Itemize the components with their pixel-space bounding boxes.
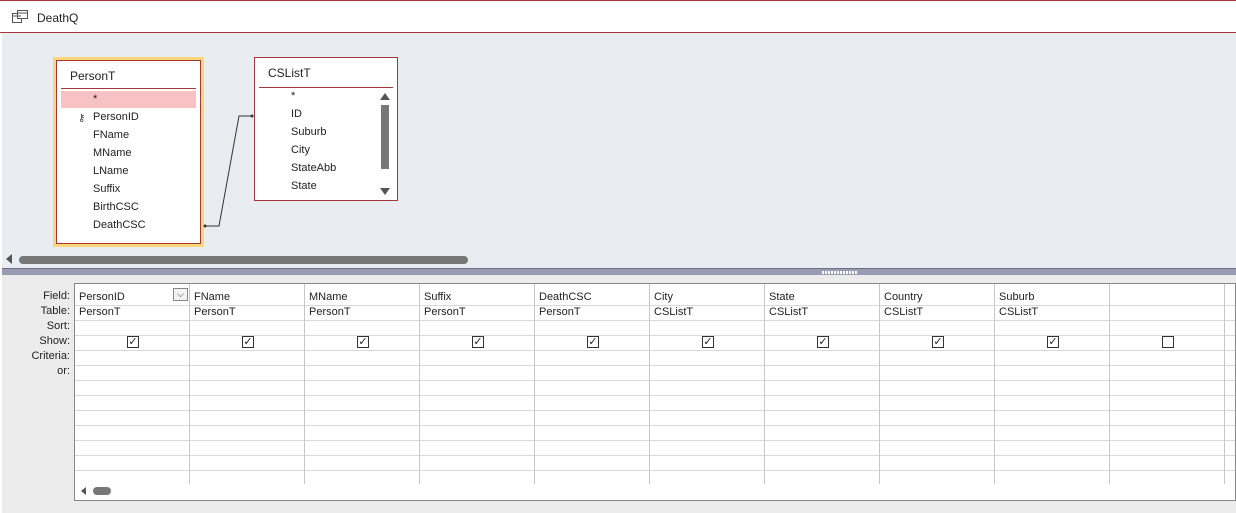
design-area-hscrollbar[interactable] [6,253,476,265]
scroll-down-icon[interactable] [380,188,390,195]
row-label-sort: Sort: [46,320,70,332]
grid-column[interactable]: DeathCSC PersonT ✓ [535,284,650,484]
field-item-state[interactable]: State [259,178,317,195]
field-cell[interactable]: City [654,290,673,305]
field-item-suburb[interactable]: Suburb [259,124,326,141]
field-cell[interactable]: PersonID [79,290,125,305]
field-cell[interactable]: FName [194,290,230,305]
grid-column[interactable]: Country CSListT ✓ [880,284,995,484]
table-design-area: PersonT * ⚷ PersonID FName MName LName S… [2,33,1236,268]
row-label-criteria: Criteria: [31,350,70,362]
field-cell[interactable]: State [769,290,795,305]
row-label-field: Field: [43,290,70,302]
show-checkbox[interactable]: ✓ [242,336,254,348]
scroll-thumb[interactable] [93,487,111,495]
query-design-grid-pane: Field: Table: Sort: Show: Criteria: or: … [2,275,1236,513]
chevron-down-icon[interactable]: ⌵ [173,288,188,301]
query-tab-title[interactable]: DeathQ [37,11,78,25]
table-cell[interactable]: CSListT [654,305,693,320]
scroll-thumb[interactable] [381,105,389,169]
grid-column[interactable]: Suffix PersonT ✓ [420,284,535,484]
show-checkbox[interactable]: ✓ [702,336,714,348]
field-cell[interactable]: Suffix [424,290,451,305]
grid-column[interactable]: FName PersonT ✓ [190,284,305,484]
table-title: CSListT [268,66,311,80]
show-checkbox[interactable]: ✓ [932,336,944,348]
table-cell[interactable]: PersonT [194,305,236,320]
query-icon [12,10,28,23]
field-item-stateabb[interactable]: StateAbb [259,160,336,177]
show-checkbox[interactable]: ✓ [1047,336,1059,348]
scroll-thumb[interactable] [19,256,468,264]
row-label-table: Table: [40,305,70,317]
grid-column[interactable]: City CSListT ✓ [650,284,765,484]
show-checkbox[interactable]: ✓ [127,336,139,348]
scroll-up-icon[interactable] [380,93,390,100]
grid-hscrollbar[interactable] [81,486,121,498]
scroll-left-icon[interactable] [6,254,12,264]
table-box-cslistt[interactable]: CSListT * ID Suburb City StateAbb State [254,57,398,201]
show-checkbox[interactable]: ✓ [357,336,369,348]
field-item-id[interactable]: ID [259,106,302,123]
field-list-scrollbar[interactable] [379,91,391,197]
show-checkbox[interactable] [1162,336,1174,348]
table-cell[interactable]: PersonT [79,305,121,320]
grid-column[interactable] [1110,284,1225,484]
grid-column[interactable] [1225,284,1235,484]
splitter-grip-icon[interactable] [822,271,858,274]
grid-column[interactable]: MName PersonT ✓ [305,284,420,484]
row-label-show: Show: [39,335,70,347]
table-cell[interactable]: CSListT [999,305,1038,320]
field-cell[interactable]: Country [884,290,923,305]
pane-splitter[interactable] [2,268,1236,275]
table-cell[interactable]: PersonT [539,305,581,320]
field-item-all[interactable]: * [259,88,295,105]
grid-column[interactable]: State CSListT ✓ [765,284,880,484]
table-cell[interactable]: PersonT [424,305,466,320]
grid-column[interactable]: Suburb CSListT ✓ [995,284,1110,484]
query-tab-bar: DeathQ [0,0,1236,33]
table-cell[interactable]: CSListT [769,305,808,320]
field-cell[interactable]: MName [309,290,348,305]
grid-column[interactable]: PersonID ⌵ PersonT ✓ [75,284,190,484]
show-checkbox[interactable]: ✓ [817,336,829,348]
field-item-city[interactable]: City [259,142,310,159]
scroll-left-icon[interactable] [81,487,86,495]
field-cell[interactable]: Suburb [999,290,1034,305]
table-cell[interactable]: PersonT [309,305,351,320]
row-label-or: or: [57,365,70,377]
field-cell[interactable]: DeathCSC [539,290,592,305]
query-design-grid: PersonID ⌵ PersonT ✓ FName PersonT ✓ MNa… [74,283,1236,501]
show-checkbox[interactable]: ✓ [587,336,599,348]
table-cell[interactable]: CSListT [884,305,923,320]
show-checkbox[interactable]: ✓ [472,336,484,348]
